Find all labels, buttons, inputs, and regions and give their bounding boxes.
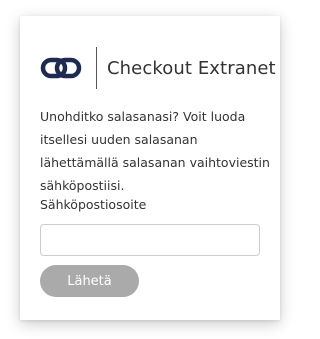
submit-button[interactable]: Lähetä [40, 265, 139, 297]
brand-header: Checkout Extranet [40, 46, 276, 90]
checkout-link-logo-icon [40, 57, 82, 79]
email-label: Sähköpostiosoite [40, 197, 147, 212]
reset-instructions: Unohditko salasanasi? Voit luoda itselle… [40, 109, 270, 193]
email-input[interactable] [40, 224, 260, 256]
brand-name: Checkout Extranet [107, 57, 276, 79]
brand-divider [96, 47, 97, 89]
password-reset-card: Checkout Extranet Unohditko salasanasi? … [20, 16, 280, 320]
